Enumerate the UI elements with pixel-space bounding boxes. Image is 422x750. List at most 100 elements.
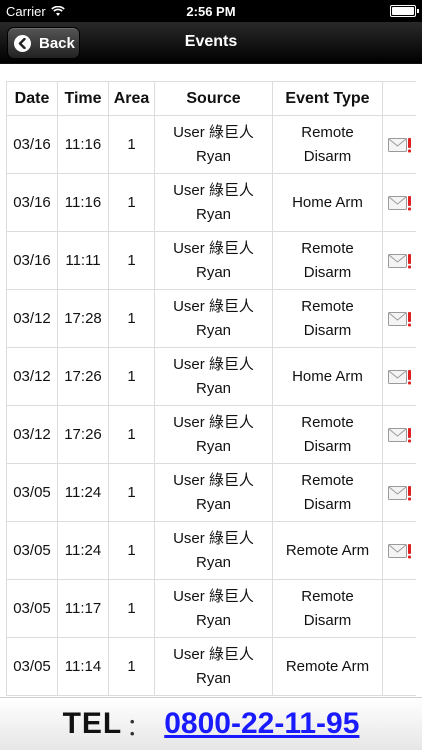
cell-event-type: Remote Disarm <box>272 579 383 638</box>
source-name: Ryan <box>195 263 232 281</box>
cell-source: User 綠巨人 Ryan <box>154 521 273 580</box>
envelope-alert-icon[interactable] <box>387 253 412 269</box>
cell-source: User 綠巨人 Ryan <box>154 463 273 522</box>
cell-date: 03/16 <box>6 231 58 290</box>
cell-area: 1 <box>108 289 155 348</box>
source-name: Ryan <box>195 669 232 687</box>
cell-source: User 綠巨人 Ryan <box>154 231 273 290</box>
header-notification <box>382 81 416 116</box>
cell-time: 11:24 <box>57 463 109 522</box>
event-type-line1: Remote <box>301 471 354 489</box>
cell-notification <box>382 637 416 696</box>
table-row[interactable]: 03/05 11:24 1 User 綠巨人 Ryan Remote Arm <box>6 521 416 580</box>
cell-time: 11:24 <box>57 521 109 580</box>
cell-event-type: Remote Disarm <box>272 405 383 464</box>
cell-time: 17:26 <box>57 347 109 406</box>
cell-notification <box>382 173 416 232</box>
events-table-container[interactable]: Date Time Area Source Event Type 03/16 11… <box>6 81 416 697</box>
envelope-alert-icon[interactable] <box>387 543 412 559</box>
source-name: Ryan <box>195 205 232 223</box>
table-row[interactable]: 03/05 11:14 1 User 綠巨人 Ryan Remote Arm <box>6 637 416 696</box>
cell-notification <box>382 463 416 522</box>
cell-notification <box>382 347 416 406</box>
cell-date: 03/12 <box>6 347 58 406</box>
cell-time: 11:11 <box>57 231 109 290</box>
clock: 2:56 PM <box>186 4 236 19</box>
source-user: User 綠巨人 <box>173 471 254 489</box>
header-event-type: Event Type <box>272 81 383 116</box>
cell-notification <box>382 405 416 464</box>
cell-area: 1 <box>108 521 155 580</box>
envelope-alert-icon[interactable] <box>387 137 412 153</box>
cell-time: 11:16 <box>57 173 109 232</box>
cell-event-type: Home Arm <box>272 173 383 232</box>
envelope-alert-icon[interactable] <box>387 485 412 501</box>
source-user: User 綠巨人 <box>173 645 254 663</box>
cell-event-type: Remote Disarm <box>272 115 383 174</box>
table-row[interactable]: 03/16 11:16 1 User 綠巨人 Ryan Remote Disarm <box>6 115 416 174</box>
source-user: User 綠巨人 <box>173 413 254 431</box>
cell-area: 1 <box>108 579 155 638</box>
cell-source: User 綠巨人 Ryan <box>154 289 273 348</box>
event-type-line2: Disarm <box>303 321 352 339</box>
cell-event-type: Home Arm <box>272 347 383 406</box>
cell-event-type: Remote Disarm <box>272 289 383 348</box>
event-type-line2: Disarm <box>303 495 352 513</box>
header-date: Date <box>6 81 58 116</box>
table-row[interactable]: 03/12 17:26 1 User 綠巨人 Ryan Home Arm <box>6 347 416 406</box>
table-row[interactable]: 03/16 11:11 1 User 綠巨人 Ryan Remote Disarm <box>6 231 416 290</box>
table-row[interactable]: 03/12 17:28 1 User 綠巨人 Ryan Remote Disarm <box>6 289 416 348</box>
cell-time: 11:17 <box>57 579 109 638</box>
envelope-alert-icon[interactable] <box>387 311 412 327</box>
cell-time: 11:14 <box>57 637 109 696</box>
cell-event-type: Remote Arm <box>272 521 383 580</box>
source-name: Ryan <box>195 495 232 513</box>
header-time: Time <box>57 81 109 116</box>
navigation-bar: Back Events <box>0 22 422 64</box>
cell-area: 1 <box>108 347 155 406</box>
source-user: User 綠巨人 <box>173 123 254 141</box>
event-type-line1: Home Arm <box>292 367 363 385</box>
table-row[interactable]: 03/05 11:17 1 User 綠巨人 Ryan Remote Disarm <box>6 579 416 638</box>
envelope-alert-icon[interactable] <box>387 427 412 443</box>
source-user: User 綠巨人 <box>173 239 254 257</box>
battery-icon <box>390 5 419 17</box>
table-row[interactable]: 03/16 11:16 1 User 綠巨人 Ryan Home Arm <box>6 173 416 232</box>
cell-date: 03/16 <box>6 173 58 232</box>
event-type-line1: Remote Arm <box>285 657 370 675</box>
cell-notification <box>382 231 416 290</box>
cell-date: 03/12 <box>6 289 58 348</box>
cell-date: 03/05 <box>6 463 58 522</box>
event-type-line1: Remote Arm <box>285 541 370 559</box>
cell-source: User 綠巨人 Ryan <box>154 173 273 232</box>
status-bar: Carrier 2:56 PM <box>0 0 422 22</box>
table-row[interactable]: 03/12 17:26 1 User 綠巨人 Ryan Remote Disarm <box>6 405 416 464</box>
envelope-alert-icon[interactable] <box>387 195 412 211</box>
table-row[interactable]: 03/05 11:24 1 User 綠巨人 Ryan Remote Disarm <box>6 463 416 522</box>
source-user: User 綠巨人 <box>173 355 254 373</box>
cell-time: 11:16 <box>57 115 109 174</box>
cell-time: 17:28 <box>57 289 109 348</box>
tel-label: TEL <box>62 707 123 740</box>
cell-notification <box>382 579 416 638</box>
envelope-alert-icon[interactable] <box>387 369 412 385</box>
cell-source: User 綠巨人 Ryan <box>154 115 273 174</box>
cell-area: 1 <box>108 115 155 174</box>
event-type-line1: Remote <box>301 123 354 141</box>
events-table: Date Time Area Source Event Type 03/16 11… <box>6 81 416 696</box>
cell-area: 1 <box>108 637 155 696</box>
phone-number-link[interactable]: 0800-22-11-95 <box>164 707 359 741</box>
cell-notification <box>382 115 416 174</box>
cell-notification <box>382 289 416 348</box>
event-type-line1: Remote <box>301 413 354 431</box>
event-type-line1: Remote <box>301 239 354 257</box>
source-name: Ryan <box>195 321 232 339</box>
cell-source: User 綠巨人 Ryan <box>154 637 273 696</box>
event-type-line2: Disarm <box>303 263 352 281</box>
cell-time: 17:26 <box>57 405 109 464</box>
cell-source: User 綠巨人 Ryan <box>154 405 273 464</box>
header-area: Area <box>108 81 155 116</box>
cell-area: 1 <box>108 463 155 522</box>
cell-event-type: Remote Arm <box>272 637 383 696</box>
cell-area: 1 <box>108 231 155 290</box>
